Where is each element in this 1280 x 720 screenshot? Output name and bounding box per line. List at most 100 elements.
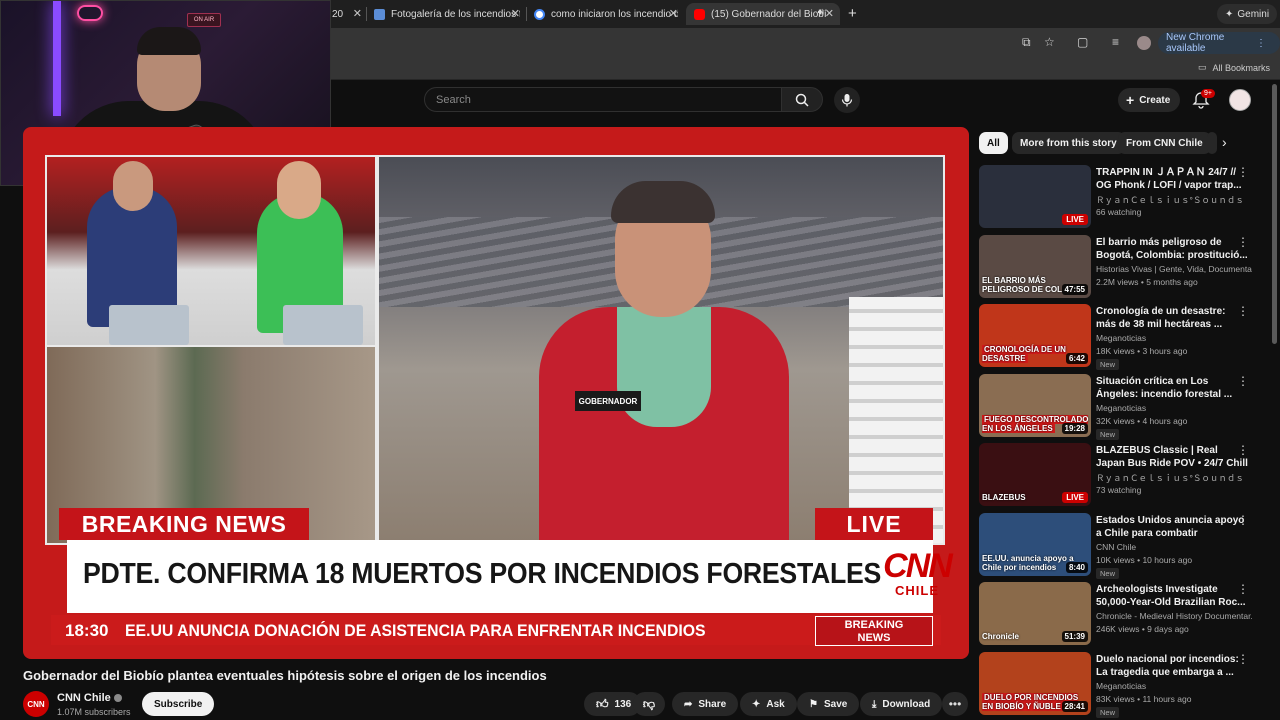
recommended-video[interactable]: Chronicle 51:39 Archeologists Investigate … (979, 582, 1269, 646)
recommended-video-title[interactable]: Archeologists Investigate 50,000-Year-Ol… (1096, 583, 1248, 609)
recommended-video-title[interactable]: BLAZEBUS Classic | Real Japan Bus Ride P… (1096, 444, 1248, 470)
save-button[interactable]: ⚑ Save (797, 692, 860, 716)
recommended-video[interactable]: DUELO POR INCENDIOS EN BIOBÍO Y ÑUBLE 28:… (979, 652, 1269, 718)
chip-all[interactable]: All (979, 132, 1008, 154)
kebab-menu-icon[interactable]: ⋮ (1237, 235, 1249, 249)
install-app-icon[interactable]: ⧉ (1022, 35, 1031, 50)
gemini-button[interactable]: ✦ Gemini (1217, 4, 1278, 24)
google-favicon-icon (534, 8, 545, 20)
create-button[interactable]: + Create (1118, 88, 1181, 112)
kebab-menu-icon[interactable]: ⋮ (1237, 165, 1249, 179)
ask-label: Ask (766, 698, 785, 710)
recommended-channel-name[interactable]: ＲｙａｎＣｅｌｓｉｕｓ°Ｓｏｕｎｄｓ (1096, 472, 1252, 484)
new-chrome-label: New Chrome available (1166, 32, 1225, 54)
more-actions-button[interactable]: ••• (942, 692, 968, 716)
recommended-channel-name[interactable]: CNN Chile (1096, 542, 1252, 552)
user-avatar[interactable] (1229, 89, 1251, 111)
profile-avatar[interactable] (1137, 36, 1151, 50)
video-thumbnail[interactable]: EL BARRIO MÁS PELIGROSO DE COL 47:55 (979, 235, 1091, 298)
recommended-video-meta: 32K views • 4 hours ago (1096, 416, 1188, 426)
recommended-video[interactable]: EL BARRIO MÁS PELIGROSO DE COL 47:55 El ba… (979, 235, 1269, 299)
recommended-channel-name[interactable]: Meganoticias (1096, 403, 1252, 413)
more-horizontal-icon: ••• (948, 697, 962, 711)
video-thumbnail[interactable]: Chronicle 51:39 (979, 582, 1091, 645)
video-thumbnail[interactable]: BLAZEBUS LIVE (979, 443, 1091, 506)
close-tab-icon[interactable]: ✕ (353, 7, 362, 20)
chip-from-cnn-chile[interactable]: From CNN Chile (1118, 132, 1211, 154)
recommended-video[interactable]: EE.UU. anuncia apoyo a Chile por incendi… (979, 513, 1269, 579)
recommended-channel-name[interactable]: Historias Vivas | Gente, Vida, Documenta… (1096, 264, 1252, 274)
download-button[interactable]: ⤓ Download (860, 692, 943, 716)
recommended-video[interactable]: BLAZEBUS LIVE BLAZEBUS Classic | Real Japa… (979, 443, 1269, 507)
video-thumbnail[interactable]: EE.UU. anuncia apoyo a Chile por incendi… (979, 513, 1091, 576)
folder-icon: ▭ (1197, 62, 1207, 72)
close-tab-icon[interactable]: ✕ (825, 7, 834, 20)
recommended-channel-name[interactable]: Meganoticias (1096, 333, 1252, 343)
browser-tab[interactable]: 20 ✕ (332, 3, 362, 25)
search-input[interactable]: Search (424, 87, 782, 112)
thumbnail-caption-text: EL BARRIO MÁS PELIGROSO DE COL (982, 276, 1063, 294)
recommended-channel-name[interactable]: ＲｙａｎＣｅｌｓｉｕｓ°Ｓｏｕｎｄｓ (1096, 194, 1252, 206)
microphone-icon (841, 94, 853, 107)
video-thumbnail[interactable]: FUEGO DESCONTROLADO EN LOS ÁNGELES 19:28 (979, 374, 1091, 437)
video-player[interactable]: GOBERNADOR BREAKING NEWS LIVE PDTE. CONF… (23, 127, 969, 659)
recommended-video-title[interactable]: Duelo nacional por incendios: La tragedi… (1096, 653, 1248, 679)
recommended-video[interactable]: FUEGO DESCONTROLADO EN LOS ÁNGELES 19:28 S… (979, 374, 1269, 440)
subscribe-button[interactable]: Subscribe (142, 692, 215, 716)
recommended-video-meta: 10K views • 10 hours ago (1096, 555, 1193, 565)
dislike-button[interactable]: 👎︎ (633, 692, 665, 716)
channel-avatar[interactable]: CNN (23, 691, 49, 717)
recommended-video-title[interactable]: TRAPPIN IN ＪＡＰＡＮ 24/7 // OG Phonk / LOFI… (1096, 166, 1248, 192)
close-tab-icon[interactable]: ✕ (511, 7, 520, 20)
all-bookmarks-button[interactable]: ▭ All Bookmarks (1198, 62, 1270, 73)
video-thumbnail[interactable]: DUELO POR INCENDIOS EN BIOBÍO Y ÑUBLE 28:… (979, 652, 1091, 715)
recommended-video-meta: 73 watching (1096, 485, 1142, 495)
tab-separator (526, 7, 527, 21)
ask-button[interactable]: ✦ Ask (740, 692, 797, 716)
chip-overflow[interactable] (1207, 132, 1217, 154)
recommended-video[interactable]: CRONOLOGÍA DE UN DESASTRE 6:42 Cronología … (979, 304, 1269, 370)
kebab-menu-icon[interactable]: ⋮ (1237, 652, 1249, 666)
kebab-menu-icon[interactable]: ⋮ (1237, 582, 1249, 596)
thumbnail-caption-text: CRONOLOGÍA DE UN DESASTRE (982, 345, 1066, 363)
speaker-icon[interactable]: 🔊︎ (818, 7, 824, 18)
chevron-right-icon[interactable]: › (1222, 134, 1227, 150)
voice-search-button[interactable] (834, 87, 860, 113)
breaking-news-line2: NEWS (857, 632, 891, 644)
news-anchor-face (113, 161, 153, 211)
bookmark-star-icon[interactable]: ☆ (1044, 35, 1055, 49)
extension-icon[interactable]: ▢ (1077, 35, 1088, 49)
laptop (109, 305, 189, 345)
recommended-video-title[interactable]: El barrio más peligroso de Bogotá, Colom… (1096, 236, 1248, 262)
recommended-channel-name[interactable]: Meganoticias (1096, 681, 1252, 691)
search-button[interactable] (781, 87, 823, 112)
all-bookmarks-label: All Bookmarks (1212, 62, 1270, 73)
recommended-channel-text: CNN Chile (1096, 542, 1137, 552)
recommended-video-title[interactable]: Situación crítica en Los Ángeles: incend… (1096, 375, 1248, 401)
new-tab-button[interactable]: + (848, 5, 857, 22)
save-label: Save (823, 698, 848, 710)
governor-interview-panel: GOBERNADOR (379, 157, 943, 543)
recommended-video-title[interactable]: Cronología de un desastre: más de 38 mil… (1096, 305, 1248, 331)
kebab-menu-icon[interactable]: ⋮ (1237, 374, 1249, 388)
browser-tab[interactable]: Fotogalería de los incendios f ✕ (374, 3, 520, 25)
recommended-video-title[interactable]: Estados Unidos anuncia apoyo a Chile par… (1096, 514, 1248, 540)
recommended-channel-name[interactable]: Chronicle - Medieval History Documentar.… (1096, 611, 1252, 621)
channel-name[interactable]: CNN Chile (57, 692, 122, 704)
kebab-menu-icon[interactable]: ⋮ (1237, 304, 1249, 318)
kebab-menu-icon[interactable]: ⋮ (1237, 513, 1249, 527)
share-button[interactable]: ➦ Share (672, 692, 739, 716)
chip-more-from-this-story[interactable]: More from this story (1012, 132, 1125, 154)
scrollbar[interactable] (1272, 84, 1277, 344)
close-tab-icon[interactable]: ✕ (669, 7, 678, 20)
browser-tab-active[interactable]: (15) Gobernador del Biobí 🔊︎ ✕ (686, 3, 840, 25)
browser-tab[interactable]: como iniciaron los incendio d ✕ (534, 3, 678, 25)
kebab-menu-icon[interactable]: ⋮ (1237, 443, 1249, 457)
notification-count-badge: 9+ (1201, 89, 1215, 98)
new-chrome-available-button[interactable]: New Chrome available ⋮ (1158, 32, 1280, 54)
recommended-video[interactable]: LIVE TRAPPIN IN ＪＡＰＡＮ 24/7 // OG Phonk / … (979, 165, 1269, 229)
video-thumbnail[interactable]: CRONOLOGÍA DE UN DESASTRE 6:42 (979, 304, 1091, 367)
supply-packages (849, 297, 943, 543)
video-thumbnail[interactable]: LIVE (979, 165, 1091, 228)
reading-list-icon[interactable]: ≡ (1112, 35, 1119, 49)
